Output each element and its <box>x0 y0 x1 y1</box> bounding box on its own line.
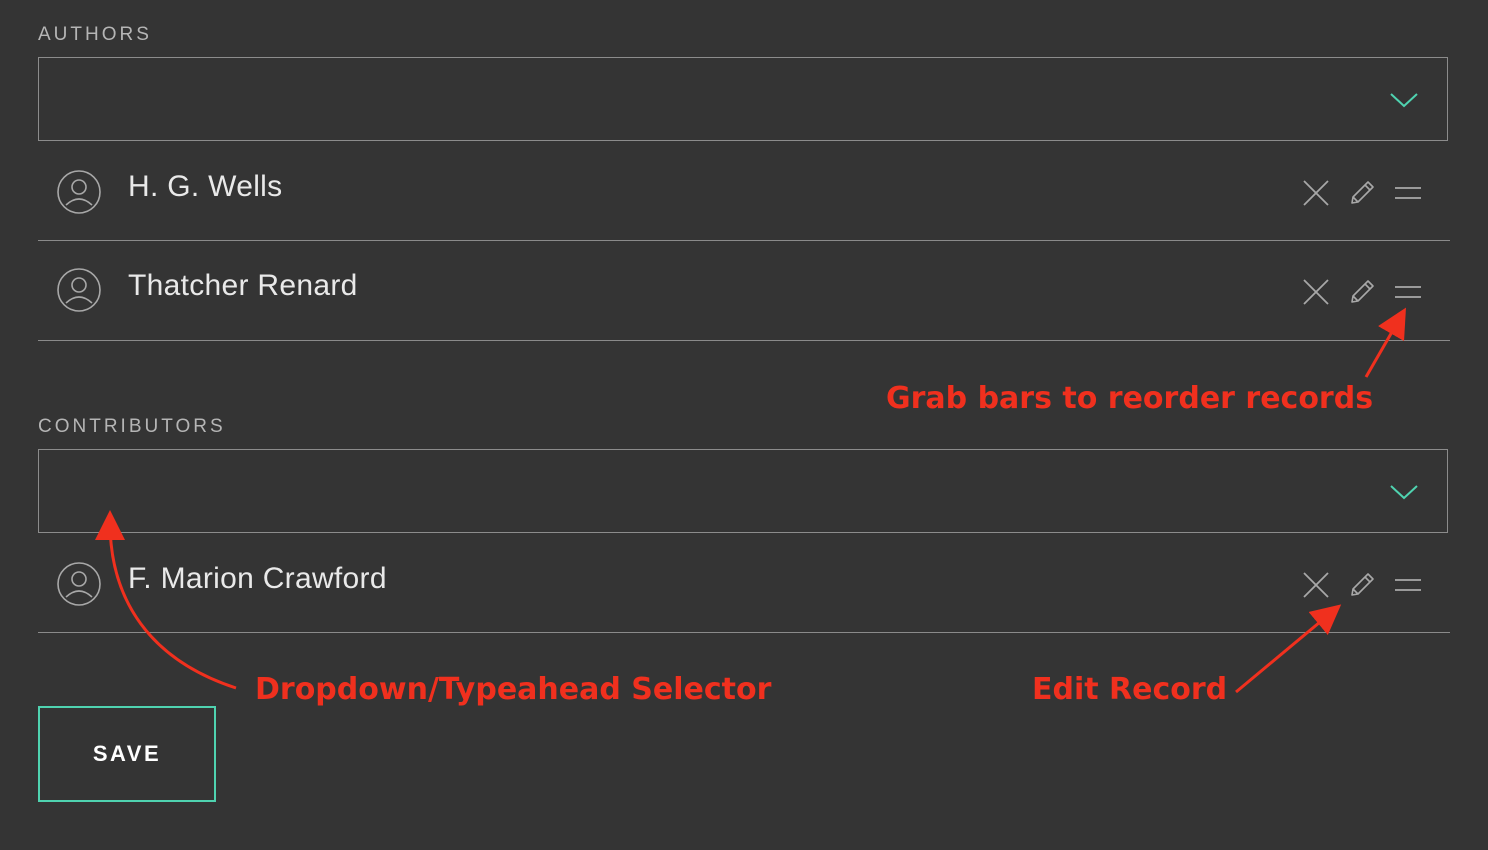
annotation-grab-bars: Grab bars to reorder records <box>886 381 1374 416</box>
drag-handle-icon[interactable] <box>1392 276 1424 308</box>
annotation-edit-record: Edit Record <box>1032 672 1228 707</box>
user-circle-icon <box>57 562 101 606</box>
drag-handle-icon[interactable] <box>1392 569 1424 601</box>
author-name: Thatcher Renard <box>128 269 358 302</box>
authors-select[interactable] <box>38 57 1448 141</box>
pencil-icon[interactable] <box>1346 177 1378 209</box>
list-item: H. G. Wells <box>38 144 1450 241</box>
contributors-select[interactable] <box>38 449 1448 533</box>
chevron-down-icon[interactable] <box>1389 484 1419 500</box>
user-circle-icon <box>57 268 101 312</box>
authors-label: AUTHORS <box>38 24 152 45</box>
annotation-dropdown: Dropdown/Typeahead Selector <box>255 672 772 707</box>
close-icon[interactable] <box>1300 177 1332 209</box>
list-item: F. Marion Crawford <box>38 536 1450 633</box>
close-icon[interactable] <box>1300 569 1332 601</box>
contributor-name: F. Marion Crawford <box>128 562 387 595</box>
close-icon[interactable] <box>1300 276 1332 308</box>
list-item: Thatcher Renard <box>38 242 1450 341</box>
pencil-icon[interactable] <box>1346 276 1378 308</box>
drag-handle-icon[interactable] <box>1392 177 1424 209</box>
save-button[interactable]: SAVE <box>38 706 216 802</box>
author-name: H. G. Wells <box>128 170 283 203</box>
pencil-icon[interactable] <box>1346 569 1378 601</box>
chevron-down-icon[interactable] <box>1389 92 1419 108</box>
user-circle-icon <box>57 170 101 214</box>
contributors-label: CONTRIBUTORS <box>38 416 226 437</box>
